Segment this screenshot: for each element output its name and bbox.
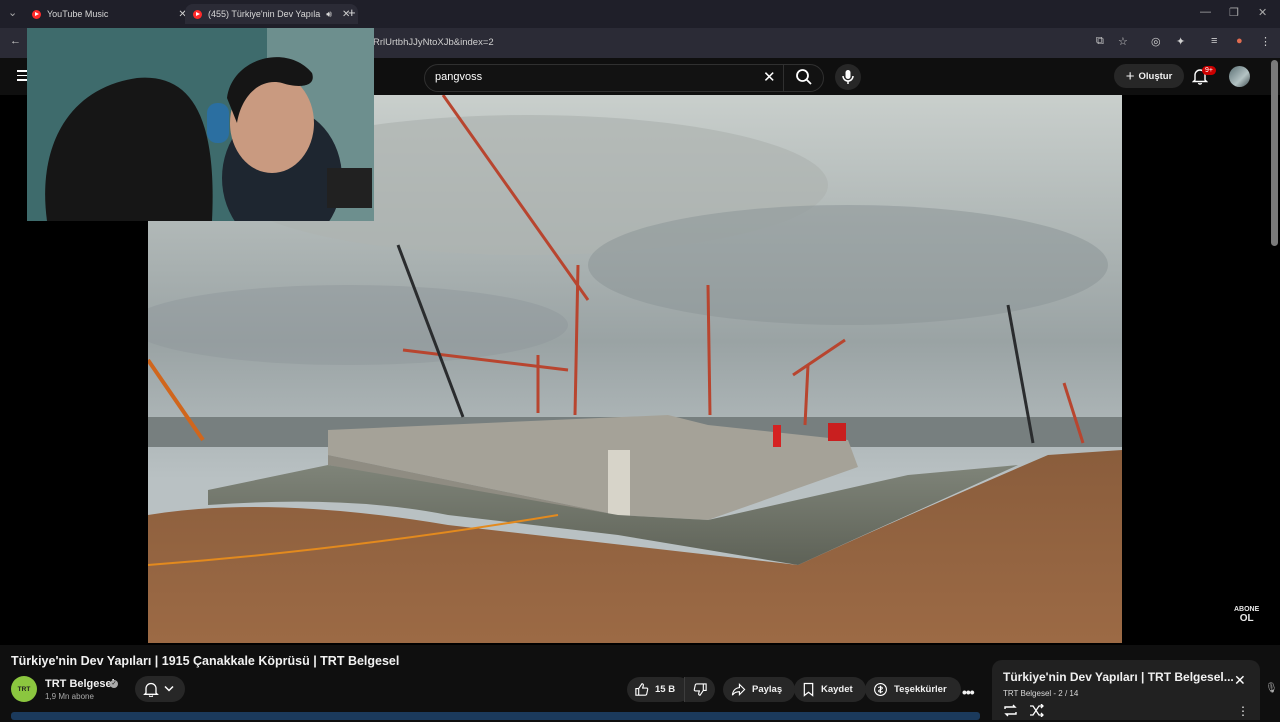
create-label: Oluştur: [1138, 70, 1173, 82]
tab-label: (455) Türkiye'nin Dev Yapıla: [208, 9, 321, 19]
tab-youtube-video[interactable]: (455) Türkiye'nin Dev Yapıla 🔊︎ ✕: [185, 4, 359, 24]
like-button[interactable]: 15 B: [627, 677, 691, 702]
playlist-title[interactable]: Türkiye'nin Dev Yapıları | TRT Belgesel.…: [1003, 670, 1234, 684]
tab-list-icon[interactable]: ⌄: [8, 6, 17, 19]
chevron-down-icon: [164, 685, 174, 692]
channel-name[interactable]: TRT Belgesel: [45, 678, 115, 690]
bookmark-star-icon[interactable]: ☆: [1118, 35, 1128, 48]
thanks-label: Teşekkürler: [894, 684, 947, 695]
create-button[interactable]: + Oluştur: [1114, 64, 1184, 88]
subscriber-count: 1,9 Mn abone: [45, 692, 94, 701]
watermark-line2: OL: [1239, 613, 1254, 624]
description-box-edge: [11, 712, 980, 720]
save-button[interactable]: Kaydet: [794, 677, 866, 702]
channel-avatar[interactable]: TRT: [11, 676, 37, 702]
super-thanks-icon: [874, 683, 887, 696]
browser-tab-strip: ⌄ YouTube Music ✕ (455) Türkiye'nin Dev …: [0, 0, 1280, 28]
bell-icon: [143, 682, 159, 697]
microphone-icon[interactable]: 🎙︎: [1265, 683, 1278, 694]
youtube-icon: [193, 9, 202, 19]
back-icon[interactable]: ←: [10, 35, 21, 47]
bookmark-icon: [803, 682, 814, 697]
video-title: Türkiye'nin Dev Yapıları | 1915 Çanakkal…: [11, 654, 400, 668]
search-input[interactable]: pangvoss: [435, 71, 482, 83]
playlist-menu-icon[interactable]: ⋮: [1237, 704, 1249, 718]
microphone-icon: [842, 70, 854, 84]
like-count: 15 B: [655, 684, 676, 695]
extensions-icon[interactable]: ✦: [1176, 35, 1185, 48]
streamer-webcam-image: [27, 28, 374, 221]
share-label: Paylaş: [752, 684, 783, 695]
search-icon[interactable]: [795, 68, 813, 91]
share-button[interactable]: Paylaş: [723, 677, 795, 702]
new-tab-icon[interactable]: +: [348, 5, 356, 20]
save-label: Kaydet: [821, 684, 853, 695]
subscribed-notifications-button[interactable]: [135, 676, 185, 702]
more-actions-icon[interactable]: •••: [962, 684, 975, 700]
notification-badge: 9+: [1202, 66, 1216, 75]
install-app-icon[interactable]: ⧉: [1096, 35, 1104, 48]
close-panel-icon[interactable]: ✕: [1234, 672, 1246, 689]
minimize-icon[interactable]: —: [1200, 6, 1211, 18]
watermark-line1: ABONE: [1234, 606, 1260, 613]
webcam-overlay: [27, 28, 374, 221]
maximize-icon[interactable]: ❐: [1229, 6, 1239, 19]
tab-youtube-music[interactable]: YouTube Music ✕: [32, 4, 187, 24]
tab-label: YouTube Music: [47, 9, 109, 19]
search-box[interactable]: pangvoss ✕: [424, 64, 824, 92]
thumbs-up-icon: [635, 683, 649, 696]
shuffle-icon[interactable]: [1029, 703, 1044, 722]
media-control-icon[interactable]: ≡: [1211, 35, 1217, 47]
incognito-icon[interactable]: ◎: [1151, 35, 1161, 48]
account-avatar[interactable]: [1229, 66, 1250, 87]
thanks-button[interactable]: Teşekkürler: [865, 677, 961, 702]
youtube-music-icon: [32, 9, 41, 19]
loop-icon[interactable]: [1003, 704, 1018, 722]
dislike-button[interactable]: [684, 677, 715, 702]
voice-search-button[interactable]: [835, 64, 861, 90]
search-divider: [783, 65, 784, 91]
browser-menu-icon[interactable]: ⋮: [1260, 35, 1271, 48]
verified-badge-icon: ✓: [110, 680, 118, 688]
subscribe-watermark[interactable]: ABONE OL: [1234, 605, 1260, 624]
thumbs-down-icon: [693, 683, 707, 696]
share-arrow-icon: [731, 682, 746, 697]
playlist-panel: Türkiye'nin Dev Yapıları | TRT Belgesel.…: [992, 660, 1260, 720]
speaker-icon[interactable]: 🔊︎: [326, 9, 332, 20]
plus-icon: +: [1125, 67, 1135, 85]
page-scrollbar[interactable]: [1271, 60, 1278, 246]
profile-icon[interactable]: ●: [1236, 35, 1243, 47]
clear-search-icon[interactable]: ✕: [763, 68, 776, 86]
url-text[interactable]: RrlUrtbhJJyNtoXJb&index=2: [373, 37, 494, 48]
close-window-icon[interactable]: ✕: [1258, 6, 1267, 19]
playlist-subtitle: TRT Belgesel - 2 / 14: [1003, 689, 1079, 698]
